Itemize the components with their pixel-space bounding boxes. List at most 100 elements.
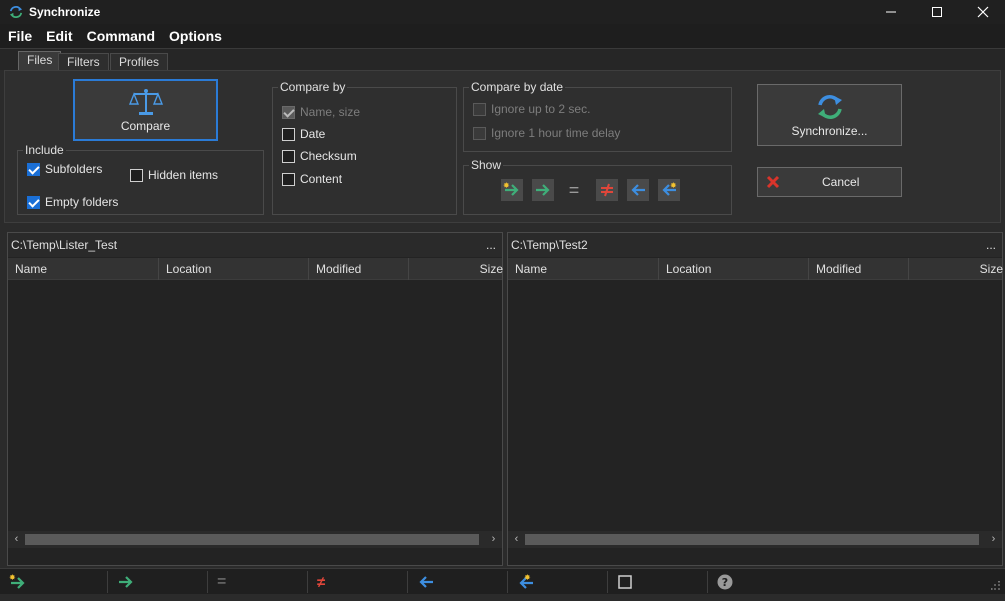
sync-app-icon — [9, 6, 23, 18]
right-col-name[interactable]: Name — [508, 258, 659, 280]
title-bar: Synchronize — [0, 0, 1005, 24]
right-col-location[interactable]: Location — [659, 258, 809, 280]
tab-filters[interactable]: Filters — [58, 53, 109, 71]
status-new-left[interactable]: ✸ — [508, 571, 608, 593]
cancel-label: Cancel — [822, 175, 860, 189]
scroll-right-arrow-icon[interactable]: › — [485, 531, 502, 548]
scroll-left-arrow-icon[interactable]: ‹ — [8, 531, 25, 548]
checkbox-checked-icon — [27, 162, 40, 176]
new-right-icon: ✸ — [503, 181, 519, 196]
tab-profiles[interactable]: Profiles — [110, 53, 169, 71]
menu-file[interactable]: File — [0, 24, 39, 48]
menu-options[interactable]: Options — [162, 24, 229, 48]
empty-folders-checkbox[interactable]: Empty folders — [27, 195, 118, 209]
compare-by-label: Compare by — [278, 80, 348, 94]
status-selection[interactable] — [608, 571, 708, 593]
right-path-bar: C:\Temp\Test2 ... — [508, 233, 1002, 257]
checkbox-checked-icon — [27, 195, 40, 209]
left-col-location[interactable]: Location — [159, 258, 309, 280]
compare-by-date-label: Compare by date — [469, 80, 566, 94]
equal-icon: = — [568, 179, 580, 200]
show-new-left-button[interactable]: ✸ — [658, 179, 680, 201]
left-col-size[interactable]: Size — [409, 258, 503, 280]
menu-edit[interactable]: Edit — [39, 24, 79, 48]
maximize-button[interactable] — [914, 0, 960, 24]
show-copy-right-button[interactable] — [532, 179, 554, 201]
help-icon: ? — [717, 574, 733, 590]
compare-by-date-group: Compare by date — [463, 80, 732, 152]
copy-left-icon — [419, 576, 433, 588]
synchronize-label: Synchronize... — [791, 124, 868, 138]
left-path-bar: C:\Temp\Lister_Test ... — [8, 233, 502, 257]
status-copy-left[interactable] — [408, 571, 508, 593]
right-path[interactable]: C:\Temp\Test2 — [511, 238, 588, 252]
right-horizontal-scrollbar[interactable]: ‹ › — [508, 531, 1002, 548]
menu-bar: File Edit Command Options — [0, 24, 1005, 48]
checkbox-checked-disabled-icon — [282, 105, 295, 119]
minimize-button[interactable] — [868, 0, 914, 24]
show-copy-left-button[interactable] — [627, 179, 649, 201]
right-col-size[interactable]: Size — [909, 258, 1003, 280]
status-help[interactable]: ? — [708, 571, 988, 593]
status-copy-right[interactable] — [108, 571, 208, 593]
show-equal-button[interactable]: = — [563, 179, 585, 201]
checksum-checkbox[interactable]: Checksum — [282, 149, 357, 163]
status-new-right[interactable]: ✸ — [0, 571, 108, 593]
left-scroll-thumb[interactable] — [25, 534, 479, 545]
equal-icon: = — [217, 573, 227, 590]
subfolders-checkbox[interactable]: Subfolders — [27, 162, 102, 176]
tab-files[interactable]: Files — [18, 51, 62, 71]
menu-command[interactable]: Command — [80, 24, 162, 48]
minimize-icon — [886, 11, 896, 13]
status-equal[interactable]: = — [208, 571, 308, 593]
not-equal-icon — [601, 183, 613, 197]
left-browse-button[interactable]: ... — [486, 233, 496, 257]
copy-right-icon — [536, 184, 550, 196]
left-file-pane: C:\Temp\Lister_Test ... Name Location Mo… — [7, 232, 503, 566]
content-label: Content — [300, 172, 343, 186]
content-checkbox[interactable]: Content — [282, 172, 342, 186]
maximize-icon — [932, 7, 942, 17]
left-path[interactable]: C:\Temp\Lister_Test — [11, 238, 117, 252]
scroll-right-arrow-icon[interactable]: › — [985, 531, 1002, 548]
checkbox-unchecked-icon — [130, 168, 143, 182]
left-horizontal-scrollbar[interactable]: ‹ › — [8, 531, 502, 548]
ignore-1hour-checkbox[interactable]: Ignore 1 hour time delay — [473, 126, 620, 140]
name-size-label: Name, size — [300, 105, 361, 119]
close-button[interactable] — [960, 0, 1005, 24]
right-browse-button[interactable]: ... — [986, 233, 996, 257]
left-col-name[interactable]: Name — [8, 258, 159, 280]
left-col-modified[interactable]: Modified — [309, 258, 409, 280]
show-new-right-button[interactable]: ✸ — [501, 179, 523, 201]
checkbox-unchecked-icon — [282, 127, 295, 141]
not-equal-icon: ≠ — [317, 573, 326, 591]
hidden-items-checkbox[interactable]: Hidden items — [130, 168, 218, 182]
close-icon — [977, 6, 989, 18]
svg-text:?: ? — [722, 576, 728, 589]
checkbox-icon — [618, 575, 632, 589]
right-scroll-thumb[interactable] — [525, 534, 979, 545]
status-not-equal[interactable]: ≠ — [308, 571, 408, 593]
cancel-button[interactable]: Cancel — [757, 167, 902, 197]
checkbox-unchecked-icon — [282, 172, 295, 186]
show-group-label: Show — [469, 158, 504, 172]
scroll-left-arrow-icon[interactable]: ‹ — [508, 531, 525, 548]
compare-button[interactable]: Compare — [73, 79, 218, 141]
include-group-label: Include — [23, 143, 66, 157]
name-size-checkbox[interactable]: Name, size — [282, 105, 360, 119]
left-column-header: Name Location Modified Size — [8, 258, 503, 280]
svg-text:✸: ✸ — [9, 573, 16, 582]
resize-grip-icon[interactable] — [991, 581, 1001, 591]
synchronize-button[interactable]: Synchronize... — [757, 84, 902, 146]
date-checkbox[interactable]: Date — [282, 127, 325, 141]
ignore-2sec-checkbox[interactable]: Ignore up to 2 sec. — [473, 102, 590, 116]
show-not-equal-button[interactable] — [596, 179, 618, 201]
window-title: Synchronize — [29, 5, 101, 19]
new-left-icon: ✸ — [662, 181, 677, 196]
sync-icon — [817, 95, 842, 119]
right-col-modified[interactable]: Modified — [809, 258, 909, 280]
date-label: Date — [300, 127, 326, 141]
svg-text:✸: ✸ — [670, 181, 677, 190]
subfolders-label: Subfolders — [45, 162, 103, 176]
scales-icon — [128, 89, 163, 115]
